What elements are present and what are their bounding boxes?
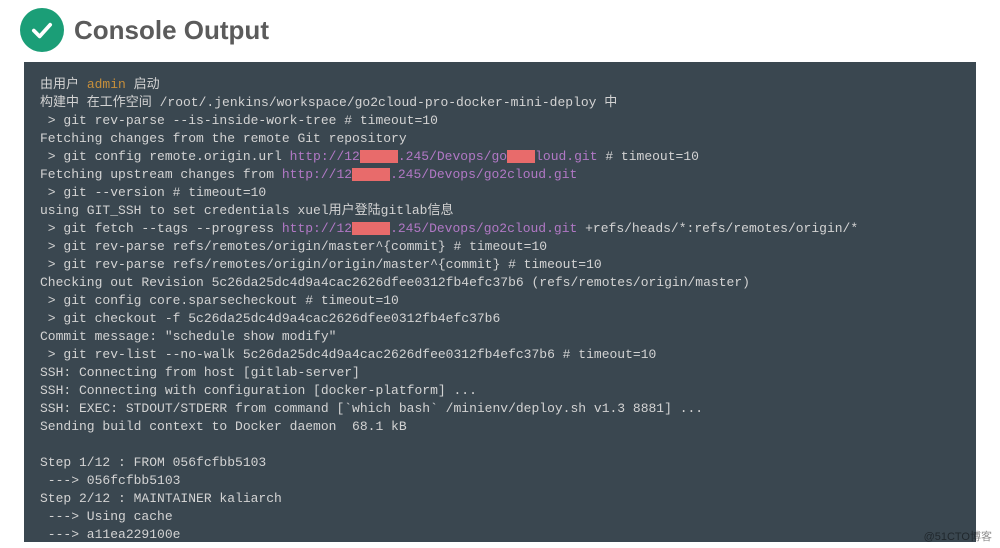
console-line: ---> 056fcfbb5103 [40,473,180,488]
console-line: > git checkout -f 5c26da25dc4d9a4cac2626… [40,311,500,326]
console-line: > git rev-list --no-walk 5c26da25dc4d9a4… [40,347,656,362]
redacted-text [352,168,390,181]
console-line: SSH: Connecting from host [gitlab-server… [40,365,360,380]
redacted-text [352,222,390,235]
page-header: Console Output [0,0,1000,58]
success-icon [20,8,64,52]
console-output: 由用户 admin 启动 构建中 在工作空间 /root/.jenkins/wo… [24,62,976,542]
console-line: SSH: Connecting with configuration [dock… [40,383,477,398]
console-line: 构建中 在工作空间 /root/.jenkins/workspace/go2cl… [40,95,617,110]
redacted-text [507,150,535,163]
user-name: admin [87,77,126,92]
console-line: > git rev-parse refs/remotes/origin/mast… [40,239,547,254]
console-line: > git rev-parse refs/remotes/origin/orig… [40,257,602,272]
console-line: > git rev-parse --is-inside-work-tree # … [40,113,438,128]
console-line: > git config remote.origin.url http://12… [40,149,699,164]
watermark: @51CTO博客 [924,528,992,544]
console-line: Checking out Revision 5c26da25dc4d9a4cac… [40,275,750,290]
console-line: > git --version # timeout=10 [40,185,266,200]
console-line: ---> Using cache [40,509,173,524]
console-line: Sending build context to Docker daemon 6… [40,419,407,434]
repo-url[interactable]: http://12.245/Devops/go2cloud.git [282,221,577,236]
console-line: Fetching upstream changes from http://12… [40,167,577,182]
console-line: 由用户 admin 启动 [40,77,160,92]
console-line: SSH: EXEC: STDOUT/STDERR from command [`… [40,401,703,416]
console-line: Step 2/12 : MAINTAINER kaliarch [40,491,282,506]
console-line: using GIT_SSH to set credentials xuel用户登… [40,203,453,218]
redacted-text [360,150,398,163]
console-line: > git fetch --tags --progress http://12.… [40,221,858,236]
console-line: ---> a11ea229100e [40,527,180,542]
console-line: > git config core.sparsecheckout # timeo… [40,293,399,308]
console-line: Commit message: "schedule show modify" [40,329,336,344]
console-line: Fetching changes from the remote Git rep… [40,131,407,146]
repo-url[interactable]: http://12.245/Devops/go2cloud.git [282,167,577,182]
console-line: Step 1/12 : FROM 056fcfbb5103 [40,455,266,470]
page-title: Console Output [74,15,269,46]
repo-url[interactable]: http://12.245/Devops/goloud.git [290,149,598,164]
